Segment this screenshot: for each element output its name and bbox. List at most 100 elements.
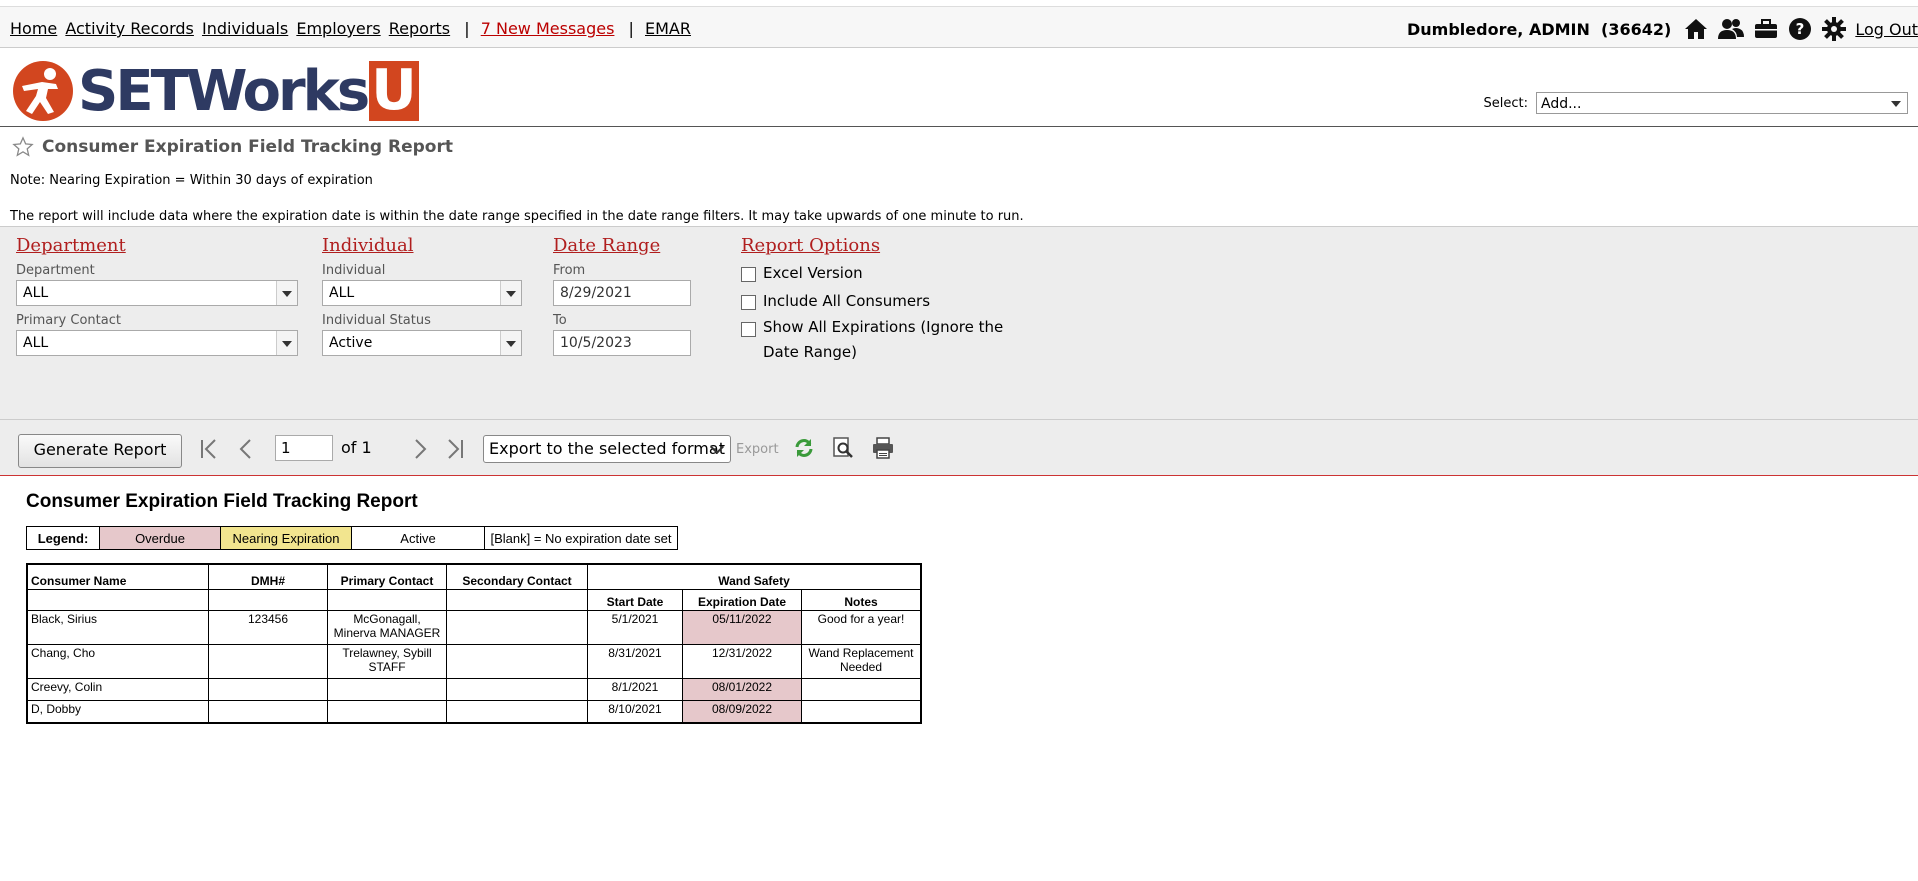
print-icon[interactable] — [872, 437, 894, 459]
users-icon[interactable] — [1718, 18, 1745, 40]
cell-expiration-date: 12/31/2022 — [682, 644, 802, 679]
department-select[interactable]: ALL — [16, 280, 298, 306]
table-row: Black, Sirius 123456 McGonagall, Minerva… — [26, 610, 922, 645]
add-select[interactable]: Add... — [1536, 92, 1908, 114]
briefcase-icon[interactable] — [1754, 18, 1778, 40]
show-all-checkbox[interactable] — [741, 322, 756, 337]
individual-status-value: Active — [329, 335, 373, 351]
from-label: From — [553, 263, 586, 278]
logout-link[interactable]: Log Out — [1855, 20, 1918, 39]
individual-label: Individual — [322, 263, 386, 278]
nav-emar[interactable]: EMAR — [645, 19, 691, 38]
to-date-input[interactable]: 10/5/2023 — [553, 330, 691, 356]
cell-consumer-name: Creevy, Colin — [26, 678, 209, 701]
chevron-down-icon — [500, 331, 521, 355]
department-section: Department Department ALL Primary Contac… — [16, 235, 298, 356]
add-select-area: Select: Add... — [1484, 92, 1908, 114]
gear-icon[interactable] — [1822, 17, 1847, 41]
department-label: Department — [16, 263, 95, 278]
report-options-heading: Report Options — [741, 235, 881, 256]
user-box: Dumbledore, ADMIN (36642) ? Log Out — [1407, 17, 1918, 41]
page-title: Consumer Expiration Field Tracking Repor… — [12, 136, 453, 158]
header-spacer — [327, 589, 447, 611]
main-nav: Home Activity Records Individuals Employ… — [10, 19, 694, 38]
header-primary-contact: Primary Contact — [327, 563, 447, 590]
nav-separator: | — [464, 19, 470, 38]
svg-text:?: ? — [1796, 20, 1805, 38]
note-date-range: The report will include data where the e… — [10, 209, 1024, 224]
nav-individuals[interactable]: Individuals — [202, 19, 288, 38]
next-page-icon[interactable] — [410, 438, 430, 460]
help-icon[interactable]: ? — [1788, 17, 1812, 41]
cell-notes: Wand Replacement Needed — [801, 644, 922, 679]
department-heading: Department — [16, 235, 126, 256]
report-table-body: Black, Sirius 123456 McGonagall, Minerva… — [26, 610, 922, 723]
table-row: Creevy, Colin 8/1/2021 08/01/2022 — [26, 678, 922, 701]
cell-expiration-date: 08/01/2022 — [682, 678, 802, 701]
prev-page-icon[interactable] — [236, 438, 256, 460]
print-preview-icon[interactable] — [832, 437, 854, 459]
page-number-input[interactable]: 1 — [275, 435, 333, 461]
header-spacer — [208, 589, 328, 611]
cell-consumer-name: Chang, Cho — [26, 644, 209, 679]
cell-dmh — [208, 678, 328, 701]
legend-overdue: Overdue — [99, 526, 221, 550]
add-select-value: Add... — [1541, 96, 1582, 112]
logo-u: U — [369, 58, 419, 123]
show-all-option[interactable]: Show All Expirations (Ignore the Date Ra… — [741, 315, 1011, 365]
header-start-date: Start Date — [587, 589, 683, 611]
home-icon[interactable] — [1684, 18, 1708, 40]
nav-employers[interactable]: Employers — [296, 19, 380, 38]
excel-version-option[interactable]: Excel Version — [741, 264, 1011, 282]
last-page-icon[interactable] — [444, 438, 466, 460]
to-label: To — [553, 313, 567, 328]
include-all-option[interactable]: Include All Consumers — [741, 292, 1011, 310]
cell-secondary-contact — [446, 678, 588, 701]
individual-select[interactable]: ALL — [322, 280, 522, 306]
cell-secondary-contact — [446, 700, 588, 723]
cell-notes — [801, 678, 922, 701]
header-wand-safety: Wand Safety — [587, 563, 922, 590]
refresh-icon[interactable] — [793, 437, 815, 459]
legend-table: Legend: Overdue Nearing Expiration Activ… — [26, 526, 678, 550]
cell-primary-contact — [327, 678, 447, 701]
filter-panel: Department Department ALL Primary Contac… — [0, 226, 1918, 420]
select-label: Select: — [1483, 95, 1528, 111]
date-range-heading: Date Range — [553, 235, 661, 256]
excel-version-checkbox[interactable] — [741, 267, 756, 282]
setworks-logo[interactable]: SETWorks U — [12, 58, 419, 124]
nav-activity-records[interactable]: Activity Records — [65, 19, 194, 38]
nav-reports[interactable]: Reports — [389, 19, 450, 38]
header-dmh: DMH# — [208, 563, 328, 590]
report-toolbar: Generate Report 1 of 1 Export to the sel… — [0, 419, 1918, 476]
include-all-label: Include All Consumers — [763, 292, 931, 310]
header-expiration-date: Expiration Date — [682, 589, 802, 611]
logo-text: SETWorks — [78, 58, 370, 124]
export-format-select[interactable]: Export to the selected format — [483, 435, 731, 463]
cell-start-date: 8/31/2021 — [587, 644, 683, 679]
department-value: ALL — [23, 285, 49, 301]
report-options-section: Report Options Excel Version Include All… — [741, 235, 1011, 365]
header-consumer-name: Consumer Name — [26, 563, 209, 590]
individual-status-select[interactable]: Active — [322, 330, 522, 356]
cell-secondary-contact — [446, 644, 588, 679]
cell-expiration-date: 05/11/2022 — [682, 610, 802, 645]
primary-contact-select[interactable]: ALL — [16, 330, 298, 356]
from-date-input[interactable]: 8/29/2021 — [553, 280, 691, 306]
header-divider — [0, 126, 1918, 127]
cell-primary-contact — [327, 700, 447, 723]
generate-report-button[interactable]: Generate Report — [18, 434, 182, 468]
first-page-icon[interactable] — [198, 438, 220, 460]
report-title: Consumer Expiration Field Tracking Repor… — [26, 491, 418, 512]
cell-dmh — [208, 700, 328, 723]
legend-active: Active — [351, 526, 485, 550]
export-button[interactable]: Export — [736, 442, 779, 457]
include-all-checkbox[interactable] — [741, 295, 756, 310]
cell-start-date: 5/1/2021 — [587, 610, 683, 645]
star-icon[interactable] — [12, 136, 34, 158]
cell-secondary-contact — [446, 610, 588, 645]
nav-home[interactable]: Home — [10, 19, 57, 38]
cell-primary-contact: Trelawney, Sybill STAFF — [327, 644, 447, 679]
nav-messages[interactable]: 7 New Messages — [481, 19, 615, 38]
header-spacer — [446, 589, 588, 611]
